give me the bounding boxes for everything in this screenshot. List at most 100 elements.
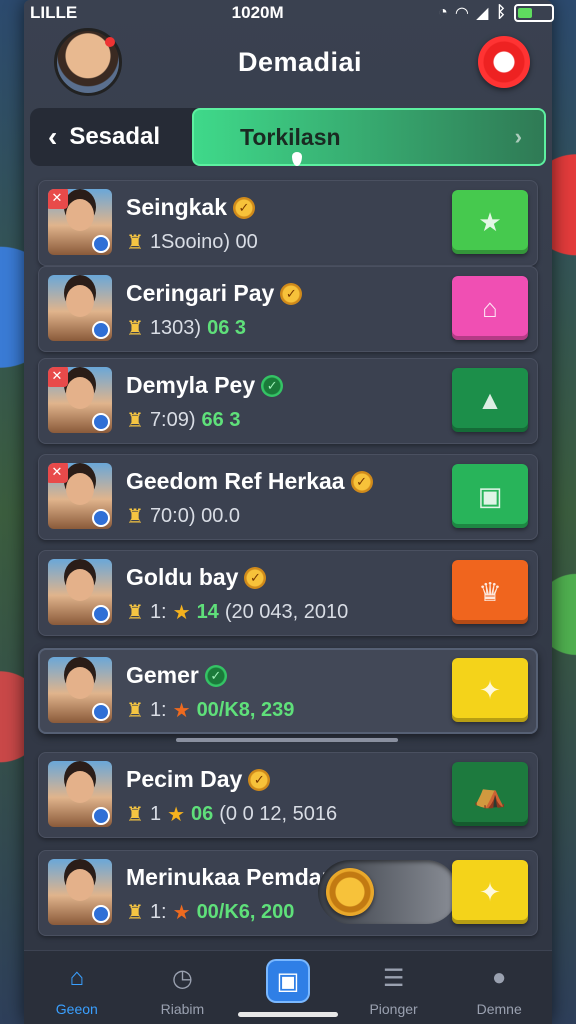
tent-icon: ⛺ [473,778,507,809]
row-action-button[interactable]: ✦ [452,658,528,722]
list-item[interactable]: Gemer ✓ ♜ 1: ★ 00/K8, 239 ✦ [38,648,538,734]
player-name: Goldu bay ✓ [126,564,267,591]
level-badge-icon [92,509,110,527]
row-action-button[interactable]: ⛺ [452,762,528,826]
nav-label: Riabim [160,1001,205,1017]
rank-icon: ♜ [126,700,144,722]
stats-highlight: 00/K6, 200 [196,901,295,923]
list-item[interactable]: ✕ Geedom Ref Herkaa ✓ ♜ 70:0) 00.0 ▣ [38,454,538,540]
rank-icon: ♜ [126,902,144,924]
stats-highlight: 66 3 [201,409,241,431]
player-avatar: ✕ [48,463,112,529]
nav-item-riabim[interactable]: ◷ Riabim [134,961,230,1018]
coin-icon: ✓ [350,470,373,493]
stats-highlight: 06 [191,803,214,825]
tree-icon: ▲ [477,384,503,415]
status-icons: ◔ ◠ ◢ ᛒ [438,3,554,23]
player-name: Pecim Day ✓ [126,766,271,793]
coin-toggle[interactable] [318,860,458,924]
list-item[interactable]: ✕ Demyla Pey ✓ ♜ 7:09) 66 3 ▲ [38,358,538,444]
chevron-right-icon: › [514,124,522,149]
avatar[interactable] [54,28,122,96]
coin-icon: ✓ [244,566,267,589]
coin-icon: ✓ [204,664,227,687]
corner-badge-icon: ✕ [48,367,68,387]
stats-tail: (0 0 12, 5016 [219,803,338,825]
level-badge-icon [92,807,110,825]
stats-text: 1: [149,601,167,623]
player-avatar [48,559,112,625]
chevron-left-icon: ‹ [48,121,58,152]
player-avatar: ✕ [48,189,112,255]
corner-badge-icon: ✕ [48,189,68,209]
player-name: Ceringari Pay ✓ [126,280,303,307]
row-action-button[interactable]: ▣ [452,464,528,528]
stats-text: 1: [149,901,167,923]
carrier-label: LILLE [30,3,78,22]
gift-icon: ⌂ [482,292,498,323]
list-item[interactable]: ✕ Seingkak ✓ ♜ 1Sooino) 00 ★ [38,180,538,266]
battery-icon [513,4,554,22]
star-icon: ★ [478,206,502,237]
list-item[interactable]: Merinukaa Pemdan✓♜1:★00/K6, 200✦ [38,850,538,936]
player-name: Demyla Pey ✓ [126,372,284,399]
nav-item-pionger[interactable]: ☰ Pionger [346,961,442,1018]
star-icon: ★ [172,902,191,924]
player-name-text: Gemer [126,662,199,688]
player-stats: ♜ 1303) 06 3 [126,316,246,341]
row-action-button[interactable]: ★ [452,190,528,254]
player-name-text: Pecim Day [126,766,243,792]
back-label: Sesadal [69,123,161,150]
player-name-text: Ceringari Pay [126,280,275,306]
list-item[interactable]: Pecim Day ✓ ♜ 1 ★ 06 (0 0 12, 5016 ⛺ [38,752,538,838]
stats-tail: (20 043, 2010 [224,601,349,623]
tab-active-label: Torkilasn [240,123,341,150]
scrollbar[interactable] [176,738,398,742]
coin-icon: ✓ [248,768,271,791]
player-name: Gemer ✓ [126,662,227,689]
player-stats: ♜ 1Sooino) 00 [126,230,258,255]
nav-label: Demne [476,1001,522,1017]
home-indicator [238,1012,338,1017]
wifi-icon: ◠ [455,5,469,22]
nav-label: Pionger [369,1001,418,1017]
nav-item-geeon[interactable]: ⌂ Geeon [29,961,125,1017]
coin-icon: ✓ [233,196,255,219]
stats-text: 1 [149,803,162,825]
coin-toggle-knob[interactable] [326,868,374,916]
signal-icon: ◢ [476,5,489,22]
stats-text: 1303) [149,317,202,339]
stats-text: 7:09) [149,409,196,431]
home-icon: ⌂ [69,964,85,991]
row-action-button[interactable]: ✦ [452,860,528,924]
player-name: Seingkak ✓ [126,194,255,221]
profile-icon: ● [491,964,507,991]
player-avatar [48,657,112,723]
list-item[interactable]: Goldu bay ✓ ♜ 1: ★ 14 (20 043, 2010 ♛ [38,550,538,636]
nav-item-demne[interactable]: ● Demne [451,961,547,1017]
chest-icon: ✦ [479,876,501,907]
settings-gear-button[interactable] [478,36,530,88]
tab-active[interactable]: Torkilasn › [192,108,546,166]
player-name-text: Geedom Ref Herkaa [126,468,345,494]
nav-item-center[interactable]: ▣ [240,961,336,1001]
center-action-icon: ▣ [267,961,308,1001]
level-badge-icon [92,605,110,623]
player-stats: ♜ 1 ★ 06 (0 0 12, 5016 [126,802,337,827]
row-action-button[interactable]: ⌂ [452,276,528,340]
rank-icon: ♜ [126,506,144,528]
nav-label: Geeon [55,1001,98,1017]
level-badge-icon [92,235,110,253]
row-action-button[interactable]: ▲ [452,368,528,432]
coin-icon: ✓ [261,374,284,397]
player-stats: ♜ 1: ★ 00/K6, 200 [126,900,294,925]
player-name-text: Merinukaa Pemdan [126,864,336,890]
level-badge-icon [92,321,110,339]
rank-icon: ♜ [126,232,144,254]
row-action-button[interactable]: ♛ [452,560,528,624]
coin-icon: ✓ [280,282,303,305]
rank-icon: ♜ [126,804,144,826]
corner-badge-icon: ✕ [48,463,68,483]
back-button[interactable]: ‹ Sesadal [30,108,190,166]
list-item[interactable]: Ceringari Pay ✓ ♜ 1303) 06 3 ⌂ [38,266,538,352]
